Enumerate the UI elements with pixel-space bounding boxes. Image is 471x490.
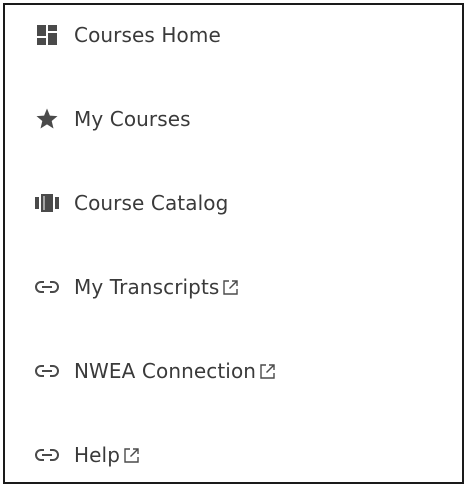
star-icon — [35, 107, 59, 131]
link-icon — [35, 359, 59, 383]
nav-label-course-catalog: Course Catalog — [74, 191, 229, 215]
my-transcripts-text: My Transcripts — [74, 275, 220, 299]
external-link-icon — [123, 447, 140, 464]
nav-label-help: Help — [74, 443, 140, 467]
help-text: Help — [74, 443, 120, 467]
nav-label-my-courses: My Courses — [74, 107, 191, 131]
nav-item-my-transcripts[interactable]: My Transcripts — [5, 267, 462, 307]
nav-item-course-catalog[interactable]: Course Catalog — [5, 183, 462, 223]
nav-label-courses-home: Courses Home — [74, 23, 221, 47]
external-link-icon — [222, 279, 239, 296]
dashboard-icon — [35, 23, 59, 47]
nav-item-my-courses[interactable]: My Courses — [5, 99, 462, 139]
nwea-connection-text: NWEA Connection — [74, 359, 257, 383]
link-icon — [35, 275, 59, 299]
nav-label-my-transcripts: My Transcripts — [74, 275, 239, 299]
external-link-icon — [259, 363, 276, 380]
nav-item-help[interactable]: Help — [5, 435, 462, 475]
catalog-icon — [35, 191, 59, 215]
navigation-menu: Courses Home My Courses Course Catalog M… — [3, 3, 464, 484]
link-icon — [35, 443, 59, 467]
nav-label-nwea-connection: NWEA Connection — [74, 359, 276, 383]
nav-item-nwea-connection[interactable]: NWEA Connection — [5, 351, 462, 391]
nav-item-courses-home[interactable]: Courses Home — [5, 15, 462, 55]
